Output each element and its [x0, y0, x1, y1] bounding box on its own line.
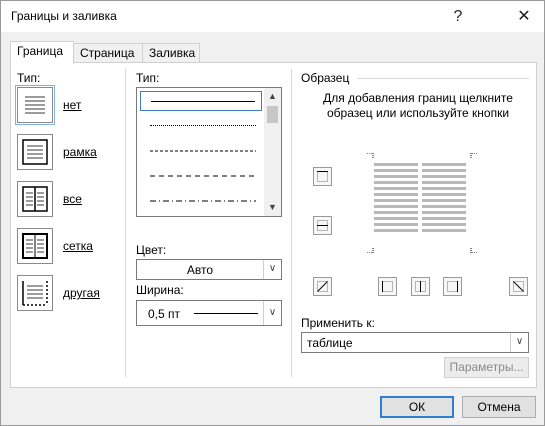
border-grid-icon: [17, 228, 53, 264]
style-label: Тип:: [136, 71, 160, 85]
border-inside-horizontal-icon: [317, 220, 328, 231]
border-right-icon: [447, 281, 458, 292]
corner-mark: [367, 247, 374, 253]
chevron-down-icon: ∨: [263, 301, 281, 325]
tab-border[interactable]: Граница: [10, 41, 74, 64]
border-none-icon: [15, 85, 55, 125]
color-label: Цвет:: [136, 243, 167, 257]
tab-page-border[interactable]: Страница: [73, 43, 143, 63]
border-top-icon: [317, 171, 328, 182]
border-left-button[interactable]: [378, 277, 397, 296]
setting-label: Тип:: [17, 71, 41, 85]
border-diagonal-down-button[interactable]: [509, 277, 528, 296]
solid-line-icon: [151, 101, 255, 102]
scroll-thumb[interactable]: [267, 106, 278, 123]
diagonal-down-icon: [513, 281, 524, 292]
preview-table[interactable]: [374, 163, 470, 245]
scroll-up-icon[interactable]: ▲: [264, 88, 281, 105]
width-preview-line: [194, 313, 258, 314]
tab-shading[interactable]: Заливка: [142, 43, 200, 63]
border-all-icon: [17, 181, 53, 217]
line-style-list[interactable]: ▲ ▼: [136, 87, 282, 217]
scroll-down-icon[interactable]: ▼: [264, 199, 281, 216]
divider: [291, 69, 292, 377]
apply-to-value: таблице: [307, 336, 353, 350]
line-style-solid[interactable]: [140, 91, 262, 111]
width-value: 0,5 пт: [148, 307, 181, 321]
cancel-button[interactable]: Отмена: [462, 396, 536, 418]
title-bar: Границы и заливка ? ✕: [1, 1, 544, 32]
borders-and-shading-dialog: Границы и заливка ? ✕ Граница Страница З…: [0, 0, 545, 426]
setting-none-label: нет: [63, 98, 82, 112]
width-select[interactable]: 0,5 пт ∨: [136, 300, 282, 326]
dotted-line-icon: [150, 125, 256, 126]
border-inside-vertical-icon: [415, 281, 426, 292]
color-select[interactable]: Авто ∨: [136, 259, 282, 280]
setting-all[interactable]: все: [17, 181, 127, 217]
setting-box[interactable]: рамка: [17, 134, 127, 170]
setting-grid[interactable]: сетка: [17, 228, 127, 264]
diagonal-up-icon: [317, 281, 328, 292]
setting-box-label: рамка: [63, 145, 97, 159]
setting-grid-label: сетка: [63, 239, 93, 253]
setting-none[interactable]: нет: [15, 85, 127, 125]
corner-mark: [470, 153, 477, 159]
border-box-icon: [17, 134, 53, 170]
chevron-down-icon: ∨: [263, 260, 281, 279]
dialog-title: Границы и заливка: [11, 9, 117, 23]
help-button[interactable]: ?: [441, 1, 475, 32]
apply-to-select[interactable]: таблице ∨: [301, 332, 529, 353]
dash-dot-line-icon: [150, 200, 256, 202]
border-right-button[interactable]: [443, 277, 462, 296]
corner-mark: [470, 247, 477, 253]
border-inside-vertical-button[interactable]: [411, 277, 430, 296]
setting-all-label: все: [63, 192, 82, 206]
apply-to-label: Применить к:: [301, 316, 375, 330]
border-top-button[interactable]: [313, 167, 332, 186]
long-dashed-line-icon: [150, 175, 256, 177]
preview-hint: Для добавления границ щелкните образец и…: [323, 91, 513, 120]
dashed-line-icon: [150, 150, 256, 152]
ok-button[interactable]: ОК: [380, 396, 454, 418]
color-value: Авто: [186, 263, 214, 277]
tab-panel-border: Тип: нет рамка все сетка другая Тип: ▲ ▼…: [10, 62, 537, 388]
line-style-scrollbar[interactable]: ▲ ▼: [264, 88, 281, 216]
preview-group-rule: [357, 78, 529, 79]
line-style-dotted[interactable]: [140, 116, 262, 136]
border-inside-horizontal-button[interactable]: [313, 216, 332, 235]
line-style-dash-dot[interactable]: [140, 191, 262, 211]
line-style-dashed[interactable]: [140, 141, 262, 161]
options-button[interactable]: Параметры...: [444, 357, 529, 378]
corner-mark: [367, 153, 374, 159]
setting-custom-label: другая: [63, 286, 100, 300]
border-diagonal-up-button[interactable]: [313, 277, 332, 296]
border-left-icon: [382, 281, 393, 292]
chevron-down-icon: ∨: [510, 333, 528, 352]
preview-label: Образец: [301, 71, 350, 85]
border-custom-icon: [17, 275, 53, 311]
close-button[interactable]: ✕: [507, 1, 541, 32]
width-label: Ширина:: [136, 283, 184, 297]
line-style-long-dashed[interactable]: [140, 166, 262, 186]
setting-custom[interactable]: другая: [17, 275, 127, 311]
